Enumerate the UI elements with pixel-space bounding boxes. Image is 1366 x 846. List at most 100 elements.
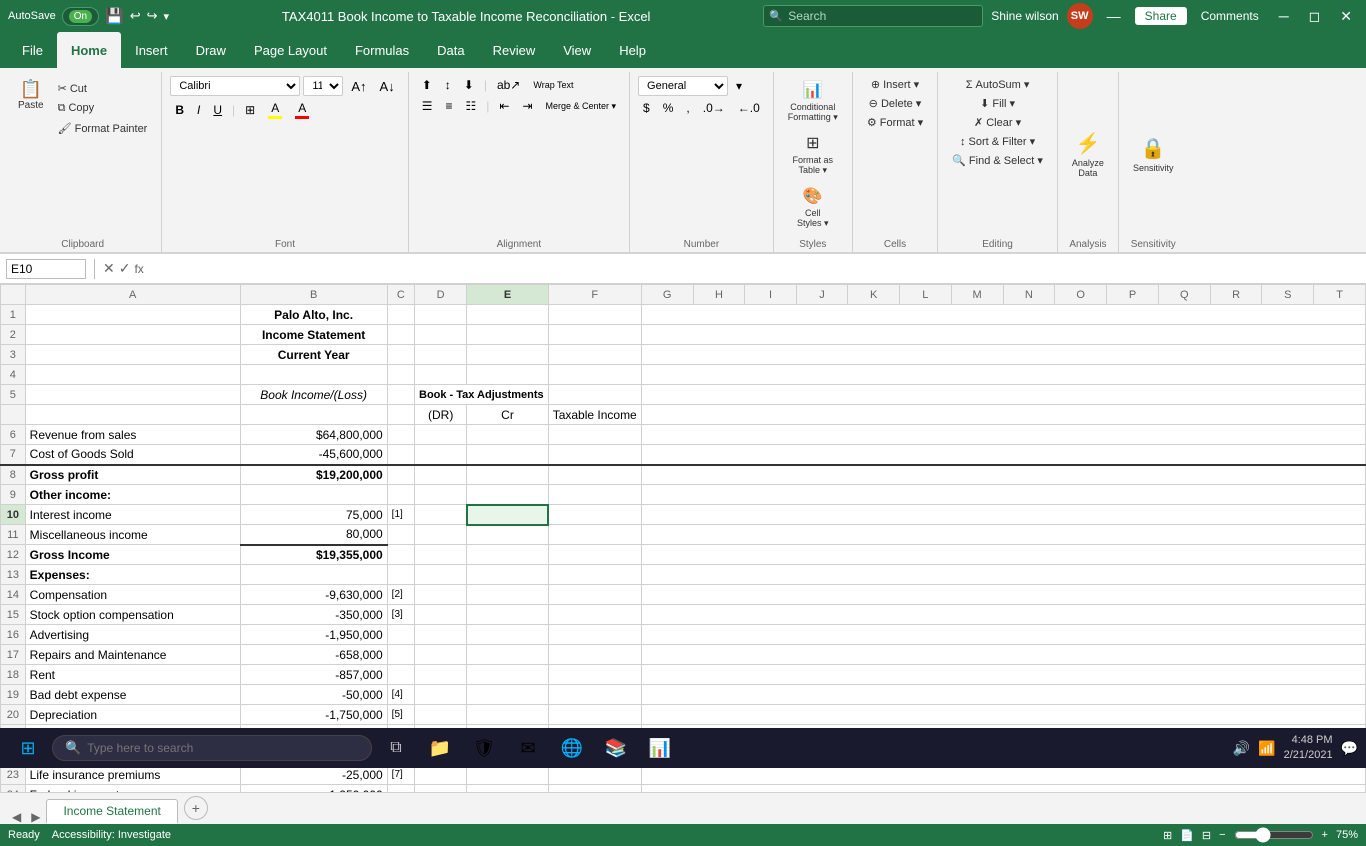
align-right-btn[interactable]: ☷ [460,97,481,115]
row-header-3[interactable]: 3 [1,345,26,365]
taskbar-task-view[interactable]: ⧉ [376,732,416,764]
underline-button[interactable]: U [208,101,227,119]
row-header-19[interactable]: 19 [1,685,26,705]
row-header-17[interactable]: 17 [1,645,26,665]
col-header-K[interactable]: K [848,285,900,305]
cell-F16[interactable] [548,625,641,645]
col-header-I[interactable]: I [745,285,796,305]
cell-B9[interactable] [240,485,387,505]
cell-D3[interactable] [415,345,467,365]
cell-E2[interactable] [467,325,548,345]
cell-F24[interactable] [548,785,641,793]
cell-A9[interactable]: Other income: [25,485,240,505]
cell-B2[interactable]: Income Statement [240,325,387,345]
insert-function-icon[interactable]: fx [134,262,143,276]
col-header-S[interactable]: S [1262,285,1314,305]
cell-A4[interactable] [25,365,240,385]
cell-E24[interactable] [467,785,548,793]
cell-C5b[interactable] [387,405,414,425]
border-button[interactable]: ⊞ [240,101,260,119]
cell-B13[interactable] [240,565,387,585]
prev-sheet-btn[interactable]: ◀ [8,810,25,824]
cell-C17[interactable] [387,645,414,665]
cell-A7[interactable]: Cost of Goods Sold [25,445,240,465]
sort-filter-btn[interactable]: ↕ Sort & Filter ▾ [954,133,1041,150]
cell-D7[interactable] [415,445,467,465]
taskbar-excel[interactable]: 📊 [640,732,680,764]
page-break-view-btn[interactable]: ⊟ [1202,829,1211,842]
cell-D13[interactable] [415,565,467,585]
align-center-btn[interactable]: ≡ [440,97,457,115]
cell-D12[interactable] [415,545,467,565]
row-header-12[interactable]: 12 [1,545,26,565]
cell-B5b[interactable] [240,405,387,425]
merge-center-btn[interactable]: Merge & Center ▾ [541,99,622,114]
row-header-2[interactable]: 2 [1,325,26,345]
autosave-options-icon[interactable]: ▾ [164,10,170,23]
taskbar-edge[interactable]: 🌐 [552,732,592,764]
cell-A19[interactable]: Bad debt expense [25,685,240,705]
cell-A17[interactable]: Repairs and Maintenance [25,645,240,665]
cell-F3[interactable] [548,345,641,365]
cell-G7[interactable] [641,445,1365,465]
taskbar-mail[interactable]: ✉ [508,732,548,764]
tab-page-layout[interactable]: Page Layout [240,32,341,68]
cell-B6[interactable]: $64,800,000 [240,425,387,445]
cell-B24[interactable]: -1,250,000 [240,785,387,793]
cell-E3[interactable] [467,345,548,365]
find-select-btn[interactable]: 🔍 Find & Select ▾ [946,152,1049,169]
cell-B5[interactable]: Book Income/(Loss) [240,385,387,405]
cell-D15[interactable] [415,605,467,625]
cell-B4[interactable] [240,365,387,385]
cell-D6[interactable] [415,425,467,445]
cell-G9[interactable] [641,485,1365,505]
font-color-button[interactable]: A [290,99,314,121]
bold-button[interactable]: B [170,101,189,119]
cell-A1[interactable] [25,305,240,325]
cell-A20[interactable]: Depreciation [25,705,240,725]
decrease-indent-btn[interactable]: ⇤ [494,97,514,115]
cell-E5b[interactable]: Cr [467,405,548,425]
col-header-D[interactable]: D [415,285,467,305]
tab-review[interactable]: Review [479,32,550,68]
align-top-btn[interactable]: ⬆ [417,76,437,94]
ribbon-collapse-btn[interactable]: — [1101,6,1127,26]
col-header-L[interactable]: L [900,285,952,305]
cell-F15[interactable] [548,605,641,625]
cell-C2[interactable] [387,325,414,345]
cell-A15[interactable]: Stock option compensation [25,605,240,625]
row-header-8[interactable]: 8 [1,465,26,485]
cell-B3[interactable]: Current Year [240,345,387,365]
cell-G4[interactable] [641,365,1365,385]
paste-button[interactable]: 📋 Paste [12,76,50,115]
col-header-J[interactable]: J [796,285,848,305]
tab-formulas[interactable]: Formulas [341,32,423,68]
cell-C8[interactable] [387,465,414,485]
cell-C6[interactable] [387,425,414,445]
cell-B19[interactable]: -50,000 [240,685,387,705]
cell-C18[interactable] [387,665,414,685]
clear-btn[interactable]: ✗ Clear ▾ [968,114,1027,131]
cell-C9[interactable] [387,485,414,505]
fill-color-button[interactable]: A [263,99,287,121]
col-header-P[interactable]: P [1107,285,1159,305]
cell-F12[interactable] [548,545,641,565]
cell-G6[interactable] [641,425,1365,445]
cell-A16[interactable]: Advertising [25,625,240,645]
tab-home[interactable]: Home [57,32,121,68]
cell-G5[interactable] [641,385,1365,405]
cell-G17[interactable] [641,645,1365,665]
cell-F19[interactable] [548,685,641,705]
cell-A14[interactable]: Compensation [25,585,240,605]
cell-G3[interactable] [641,345,1365,365]
col-header-M[interactable]: M [951,285,1003,305]
row-header-1[interactable]: 1 [1,305,26,325]
cell-A12[interactable]: Gross Income [25,545,240,565]
increase-font-btn[interactable]: A↑ [346,77,371,96]
cell-styles-btn[interactable]: 🎨 CellStyles ▾ [791,182,835,233]
taskbar-security[interactable]: 🛡 [464,732,504,764]
cell-F20[interactable] [548,705,641,725]
save-icon[interactable]: 💾 [105,7,124,25]
cell-B10[interactable]: 75,000 [240,505,387,525]
start-button[interactable]: ⊞ [8,732,48,764]
